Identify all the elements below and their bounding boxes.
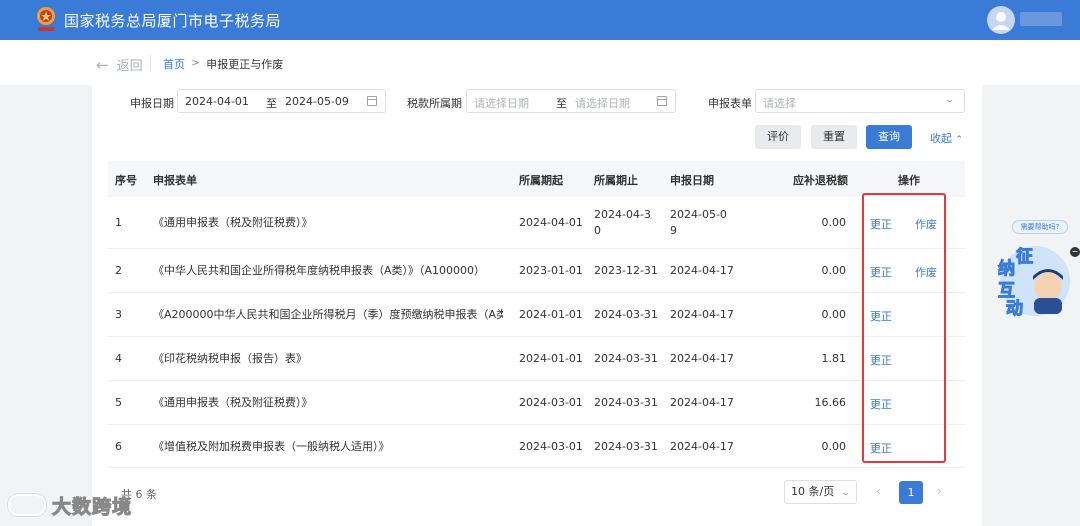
page-size-select[interactable]: 10 条/页 ⌄: [784, 480, 857, 504]
cell-end: 2024-03-31: [594, 396, 658, 409]
reset-button[interactable]: 重置: [811, 125, 857, 149]
cell-date: 2024-04-17: [670, 308, 734, 321]
cell-seq: 4: [115, 352, 122, 365]
assistant-widget[interactable]: 需要帮助吗? 征 纳 互 动: [998, 218, 1080, 328]
chevron-down-icon: ⌄: [944, 95, 956, 105]
cell-form: 《中华人民共和国企业所得税年度纳税申报表（A类）》（A100000）: [153, 264, 486, 277]
cell-form: 《增值税及附加税费申报表（一般纳税人适用）》: [153, 440, 390, 453]
col-seq: 序号: [115, 174, 137, 187]
cell-form: 《A200000中华人民共和国企业所得税月（季）度预缴纳税申报表（A类...: [153, 308, 503, 321]
cell-date: 2024-04-17: [670, 264, 734, 277]
cell-start: 2024-01-01: [519, 308, 583, 321]
cell-end: 2024-04-30: [594, 208, 651, 237]
close-icon[interactable]: −: [1070, 247, 1080, 257]
collapse-label: 收起: [930, 132, 952, 145]
cell-amount: 0.00: [821, 440, 847, 453]
cell-start: 2024-04-01: [519, 216, 583, 229]
breadcrumb-separator: >: [191, 56, 201, 69]
page-1-button[interactable]: 1: [899, 481, 923, 504]
cell-form: 《通用申报表（税及附征税费）》: [153, 396, 313, 409]
cell-form: 《印花税纳税申报（报告）表》: [153, 352, 307, 365]
declare-date-label: 申报日期: [130, 97, 174, 110]
calendar-icon: [657, 96, 667, 106]
cell-date: 2024-05-09: [670, 208, 727, 237]
col-amount: 应补退税额: [793, 174, 848, 187]
query-button[interactable]: 查询: [866, 125, 912, 149]
tax-period-end[interactable]: 请选择日期: [575, 95, 630, 111]
breadcrumb-home[interactable]: 首页: [163, 56, 185, 72]
cell-amount: 0.00: [821, 216, 847, 229]
cell-form: 《通用申报表（税及附征税费）》: [153, 216, 313, 229]
col-form: 申报表单: [153, 174, 197, 187]
next-page-button[interactable]: ›: [937, 484, 942, 498]
cell-amount: 0.00: [821, 308, 847, 321]
declare-date-start[interactable]: 2024-04-01: [185, 95, 249, 108]
cell-end: 2024-03-31: [594, 308, 658, 321]
top-header: 国家税务总局厦门市电子税务局: [0, 0, 1080, 40]
arrow-left-icon: ←: [96, 55, 109, 74]
form-select-placeholder: 请选择: [763, 97, 796, 110]
form-select-label: 申报表单: [708, 97, 752, 110]
cell-start: 2023-01-01: [519, 264, 583, 277]
back-button[interactable]: ← 返回: [96, 55, 143, 75]
range-to-label: 至: [556, 97, 567, 110]
highlight-box: [862, 193, 946, 463]
tax-period-label: 税款所属期: [407, 97, 462, 110]
cell-end: 2024-03-31: [594, 440, 658, 453]
user-icon: [992, 12, 1010, 30]
cell-seq: 6: [115, 440, 122, 453]
cell-date: 2024-04-17: [670, 396, 734, 409]
calendar-icon: [367, 96, 377, 106]
cell-date: 2024-04-17: [670, 352, 734, 365]
cell-date: 2024-04-17: [670, 440, 734, 453]
helper-char: 征: [1016, 247, 1034, 268]
site-title: 国家税务总局厦门市电子税务局: [64, 12, 282, 30]
cell-seq: 5: [115, 396, 122, 409]
help-bubble[interactable]: 需要帮助吗?: [1012, 220, 1068, 234]
cell-start: 2024-03-01: [519, 396, 583, 409]
range-to-label: 至: [266, 97, 277, 110]
cell-end: 2023-12-31: [594, 264, 658, 277]
cell-seq: 1: [115, 216, 122, 229]
breadcrumb: 首页 > 申报更正与作废: [163, 56, 283, 72]
page-size-value: 10 条/页: [791, 485, 835, 498]
watermark-logo-icon: [8, 494, 46, 516]
watermark-text: 大数跨境: [51, 496, 133, 519]
cell-seq: 3: [115, 308, 122, 321]
evaluate-button[interactable]: 评价: [755, 125, 801, 149]
cell-amount: 0.00: [821, 264, 847, 277]
tax-period-start[interactable]: 请选择日期: [474, 95, 529, 111]
tax-period-range[interactable]: 请选择日期 至 请选择日期: [466, 89, 676, 113]
cell-start: 2024-03-01: [519, 440, 583, 453]
cell-amount: 1.81: [821, 352, 847, 365]
prev-page-button[interactable]: ‹: [876, 484, 881, 498]
user-name-masked[interactable]: [1020, 12, 1062, 26]
col-end: 所属期止: [594, 174, 638, 187]
helper-char: 动: [1006, 299, 1024, 320]
form-select[interactable]: 请选择 ⌄: [755, 89, 965, 113]
breadcrumb-current: 申报更正与作废: [206, 58, 284, 71]
col-ops: 操作: [898, 174, 920, 187]
tax-emblem-icon: [37, 7, 55, 31]
declare-date-range[interactable]: 2024-04-01 至 2024-05-09: [177, 89, 386, 113]
cell-start: 2024-01-01: [519, 352, 583, 365]
cell-end: 2024-03-31: [594, 352, 658, 365]
chevron-down-icon: ⌄: [840, 488, 852, 498]
nav-bar: [0, 40, 1080, 85]
user-avatar[interactable]: [987, 6, 1015, 34]
back-label: 返回: [116, 59, 143, 74]
divider: [150, 55, 151, 71]
cell-amount: 16.66: [814, 396, 847, 409]
cell-seq: 2: [115, 264, 122, 277]
collapse-toggle[interactable]: 收起 ⌃: [930, 130, 963, 146]
col-date: 申报日期: [670, 174, 714, 187]
declare-date-end[interactable]: 2024-05-09: [285, 95, 349, 108]
col-start: 所属期起: [519, 174, 563, 187]
chevron-up-icon: ⌃: [955, 135, 964, 145]
